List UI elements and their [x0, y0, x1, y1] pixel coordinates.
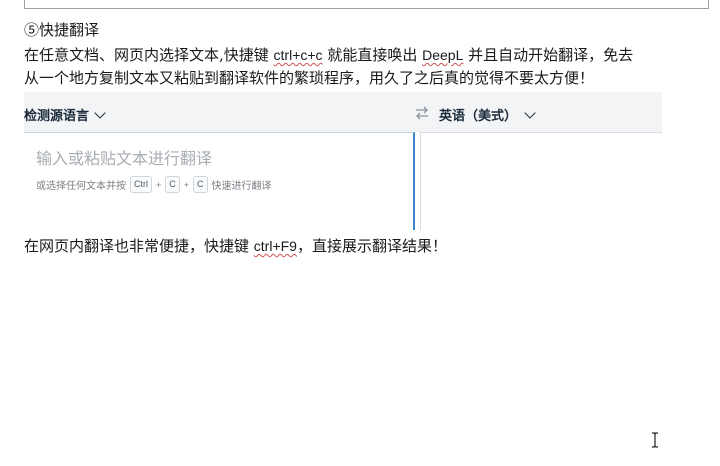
document-page: ⑤快捷翻译 在任意文档、网页内选择文本,快捷键 ctrl+c+c 就能直接唤出 …: [0, 0, 720, 466]
source-input-placeholder[interactable]: 输入或粘贴文本进行翻译: [36, 145, 212, 169]
source-text-panel[interactable]: 输入或粘贴文本进行翻译 或选择任何文本并按 Ctrl + C + C 快速进行翻…: [24, 132, 415, 230]
hint-prefix: 或选择任何文本并按: [36, 181, 126, 192]
chevron-down-icon[interactable]: [524, 107, 536, 119]
target-text-panel[interactable]: [420, 132, 662, 230]
key-ctrl: Ctrl: [130, 176, 152, 193]
text-cursor-icon: [652, 432, 658, 448]
paragraph-1-text-c: 并且自动开始翻译，免去: [463, 46, 634, 64]
source-language-selector[interactable]: 检测源语言: [24, 105, 89, 124]
target-language-selector[interactable]: 英语（美式）: [439, 105, 517, 124]
shortcut-ctrl-f9: ctrl+F9: [253, 238, 297, 254]
plus-sign: +: [183, 179, 190, 190]
swap-languages-icon[interactable]: [414, 105, 430, 121]
chevron-down-icon[interactable]: [94, 107, 106, 119]
key-c: C: [165, 176, 180, 193]
paragraph-3-text-a: 在网页内翻译也非常便捷，快捷键: [24, 237, 254, 255]
plus-sign: +: [156, 179, 162, 190]
paragraph-1-text-b: 就能直接唤出: [322, 46, 423, 64]
paragraph-3-text-b: ，直接展示翻译结果！: [296, 237, 447, 255]
paragraph-3: 在网页内翻译也非常便捷，快捷键 ctrl+F9，直接展示翻译结果！: [24, 235, 447, 257]
previous-image-frame: [24, 0, 709, 9]
paragraph-1: 在任意文档、网页内选择文本,快捷键 ctrl+c+c 就能直接唤出 DeepL …: [24, 44, 633, 66]
paragraph-2: 从一个地方复制文本又粘贴到翻译软件的繁琐程序，用久了之后真的觉得不要太方便！: [24, 69, 595, 87]
translator-toolbar: 检测源语言 英语（美式）: [24, 92, 662, 132]
paragraph-1-text-a: 在任意文档、网页内选择文本,快捷键: [24, 46, 274, 64]
shortcut-hint: 或选择任何文本并按 Ctrl + C + C 快速进行翻译: [36, 176, 272, 193]
shortcut-ctrl-c-c: ctrl+c+c: [273, 47, 323, 63]
translator-screenshot: 检测源语言 英语（美式） 输入或粘贴文本进行翻译 或选择任何文本并按 Ctrl …: [24, 92, 662, 230]
hint-suffix: 快速进行翻译: [211, 181, 272, 192]
app-name-deepl: DeepL: [422, 47, 464, 63]
section-heading: ⑤快捷翻译: [24, 21, 100, 39]
key-c: C: [193, 176, 208, 193]
